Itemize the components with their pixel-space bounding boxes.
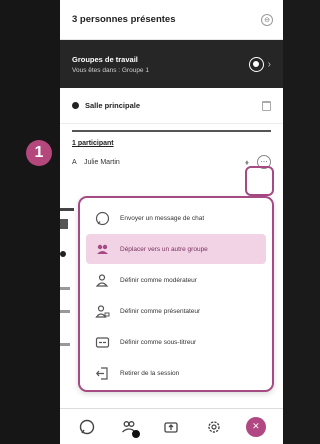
move-group-icon xyxy=(94,241,110,257)
groups-title: Groupes de travail xyxy=(72,54,138,64)
close-icon[interactable]: ✕ xyxy=(245,416,266,437)
options-highlight xyxy=(245,166,274,196)
participant-initial: A xyxy=(72,158,77,166)
menu-item-label: Définir comme modérateur xyxy=(120,276,197,284)
menu-item-move-group[interactable]: Déplacer vers un autre groupe xyxy=(86,234,266,264)
main-room-row[interactable]: Salle principale xyxy=(60,88,283,124)
menu-item-moderator[interactable]: Définir comme modérateur xyxy=(86,265,266,295)
groups-banner[interactable]: Groupes de travail Vous êtes dans : Grou… xyxy=(60,40,283,88)
participant-options-menu: Envoyer un message de chat Déplacer vers… xyxy=(78,196,274,392)
share-content-icon[interactable] xyxy=(161,417,181,437)
bottom-toolbar: ✕ xyxy=(60,408,283,444)
attendees-badge xyxy=(132,429,141,438)
menu-item-label: Retirer de la session xyxy=(120,369,180,377)
chevron-right-icon: › xyxy=(267,58,271,70)
main-room-label: Salle principale xyxy=(85,101,141,110)
collapse-icon[interactable]: ⊖ xyxy=(261,13,273,26)
menu-item-captioner[interactable]: Définir comme sous-titreur xyxy=(86,327,266,357)
captioner-icon xyxy=(94,334,110,350)
trash-icon[interactable] xyxy=(262,100,271,111)
menu-item-label: Définir comme sous-titreur xyxy=(120,338,197,346)
menu-item-send-chat[interactable]: Envoyer un message de chat xyxy=(86,203,266,233)
settings-icon[interactable] xyxy=(204,417,224,437)
menu-item-label: Envoyer un message de chat xyxy=(120,214,205,222)
presenter-icon xyxy=(94,303,110,319)
groups-radio-icon[interactable] xyxy=(248,56,264,72)
chat-icon[interactable] xyxy=(77,417,97,437)
participant-name: Julie Martin xyxy=(84,158,120,166)
menu-item-label: Déplacer vers un autre groupe xyxy=(120,245,208,253)
remove-icon xyxy=(94,365,110,381)
participant-count: 1 participant xyxy=(72,140,114,147)
menu-item-presenter[interactable]: Définir comme présentateur xyxy=(86,296,266,326)
moderator-icon xyxy=(94,272,110,288)
menu-item-label: Définir comme présentateur xyxy=(120,307,201,315)
groups-subtitle: Vous êtes dans : Groupe 1 xyxy=(72,66,149,74)
panel-title: 3 personnes présentes xyxy=(72,14,176,25)
attendees-icon[interactable] xyxy=(119,417,141,438)
microphone-icon: ♦ xyxy=(244,157,249,167)
panel-header: 3 personnes présentes ⊖ xyxy=(60,0,283,40)
step-badge: 1 xyxy=(26,140,52,166)
background-rows xyxy=(60,208,78,346)
menu-item-remove[interactable]: Retirer de la session xyxy=(86,358,266,388)
room-dot-icon xyxy=(72,102,79,109)
chat-icon xyxy=(94,210,110,226)
